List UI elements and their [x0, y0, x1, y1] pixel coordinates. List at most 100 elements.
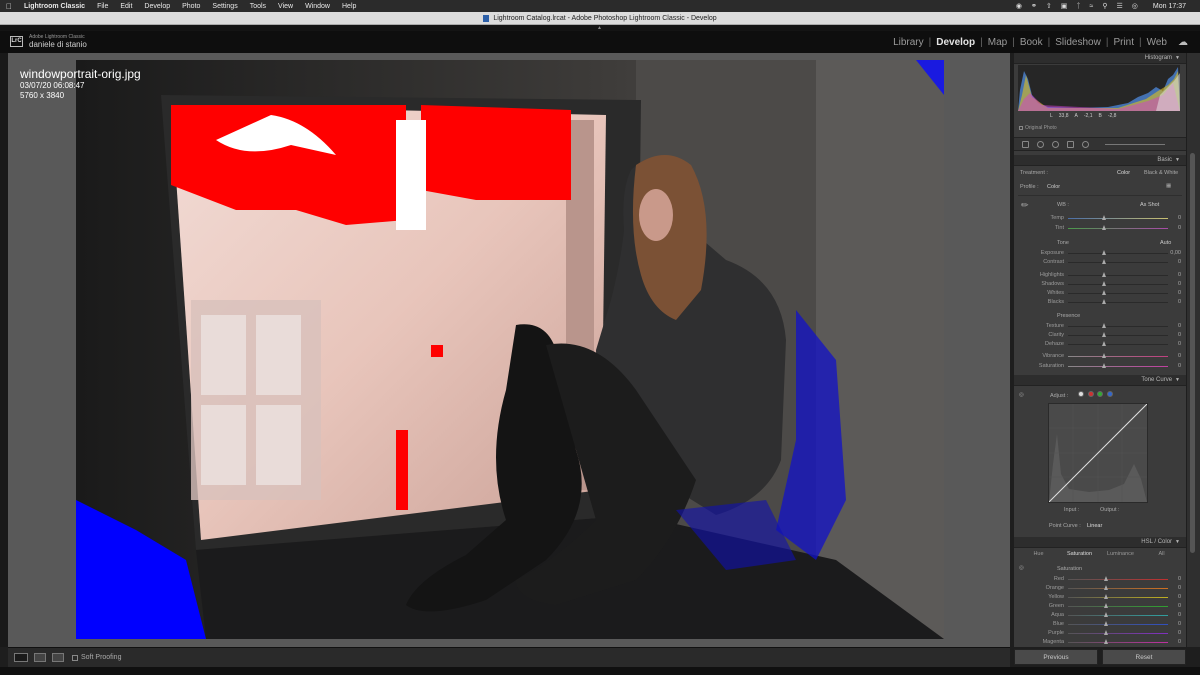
spot-removal-tool-icon[interactable]: [1037, 140, 1044, 148]
slider-value[interactable]: 0: [1178, 353, 1181, 359]
slider-blue[interactable]: Blue 0: [1014, 620, 1186, 629]
green-channel-icon[interactable]: [1097, 391, 1104, 397]
slider-value[interactable]: 0: [1178, 363, 1181, 369]
slider-handle[interactable]: [1102, 363, 1106, 368]
filmstrip-toggle-strip[interactable]: [0, 667, 1200, 675]
slider-value[interactable]: 0: [1178, 603, 1181, 609]
rgb-channel-icon[interactable]: [1078, 391, 1084, 397]
hsl-header[interactable]: HSL / Color ▼: [1014, 537, 1186, 548]
menu-clock[interactable]: Mon 17:37: [1147, 3, 1192, 10]
slider-handle[interactable]: [1104, 639, 1108, 644]
slider-value[interactable]: 0: [1178, 585, 1181, 591]
slider-track[interactable]: [1068, 597, 1168, 598]
slider-handle[interactable]: [1104, 612, 1108, 617]
slider-handle[interactable]: [1104, 603, 1108, 608]
slider-handle[interactable]: [1104, 630, 1108, 635]
menu-tools[interactable]: Tools: [244, 3, 272, 10]
targeted-adjustment-icon[interactable]: ◎: [1019, 392, 1024, 398]
slider-track[interactable]: [1068, 588, 1168, 589]
slider-orange[interactable]: Orange 0: [1014, 584, 1186, 593]
slider-value[interactable]: 0: [1178, 332, 1181, 338]
histogram-header[interactable]: Histogram ▼: [1014, 53, 1186, 64]
slider-value[interactable]: 0: [1178, 323, 1181, 329]
tab-luminance[interactable]: Luminance: [1100, 551, 1141, 560]
red-eye-tool-icon[interactable]: [1052, 140, 1059, 148]
slider-value[interactable]: 0: [1178, 341, 1181, 347]
previous-button[interactable]: Previous: [1014, 649, 1098, 665]
slider-track[interactable]: [1068, 366, 1168, 367]
control-center-icon[interactable]: ☰: [1117, 2, 1123, 10]
slider-vibrance[interactable]: Vibrance 0: [1014, 352, 1186, 361]
slider-value[interactable]: 0: [1178, 290, 1181, 296]
slider-handle[interactable]: [1102, 341, 1106, 346]
slider-track[interactable]: [1068, 326, 1168, 327]
slider-value[interactable]: 0: [1178, 281, 1181, 287]
menu-file[interactable]: File: [91, 3, 114, 10]
module-book[interactable]: Book: [1015, 37, 1048, 48]
menu-window[interactable]: Window: [299, 3, 336, 10]
original-photo-checkbox[interactable]: [1019, 126, 1023, 130]
slider-blacks[interactable]: Blacks 0: [1014, 298, 1186, 307]
slider-handle[interactable]: [1102, 250, 1106, 255]
module-develop[interactable]: Develop: [931, 37, 980, 48]
profile-browser-icon[interactable]: ▦: [1166, 183, 1171, 189]
slider-handle[interactable]: [1104, 594, 1108, 599]
graduated-filter-icon[interactable]: [1067, 140, 1074, 148]
loupe-view-button[interactable]: [14, 653, 28, 662]
wifi-icon[interactable]: ≈: [1090, 3, 1094, 10]
creative-cloud-icon[interactable]: ⚭: [1031, 2, 1037, 10]
slider-exposure[interactable]: Exposure 0,00: [1014, 249, 1186, 258]
blue-channel-icon[interactable]: [1106, 391, 1113, 397]
slider-value[interactable]: 0: [1178, 594, 1181, 600]
display-icon[interactable]: ▣: [1061, 2, 1068, 10]
slider-handle[interactable]: [1102, 225, 1106, 230]
radial-filter-icon[interactable]: [1082, 140, 1089, 148]
slider-track[interactable]: [1068, 624, 1168, 625]
slider-track[interactable]: [1068, 633, 1168, 634]
slider-value[interactable]: 0: [1178, 299, 1181, 305]
slider-shadows[interactable]: Shadows 0: [1014, 280, 1186, 289]
slider-handle[interactable]: [1102, 299, 1106, 304]
treatment-bw-option[interactable]: Black & White: [1144, 170, 1178, 176]
original-photo-toggle[interactable]: Original Photo: [1019, 125, 1057, 131]
slider-handle[interactable]: [1102, 259, 1106, 264]
spotlight-search-icon[interactable]: ⚲: [1102, 2, 1107, 10]
slider-handle[interactable]: [1104, 585, 1108, 590]
cloud-sync-icon[interactable]: ☁: [1178, 37, 1188, 48]
slider-value[interactable]: 0: [1178, 612, 1181, 618]
slider-track[interactable]: [1068, 615, 1168, 616]
slider-value[interactable]: 0: [1178, 225, 1181, 231]
slider-contrast[interactable]: Contrast 0: [1014, 258, 1186, 267]
slider-tint[interactable]: Tint 0: [1014, 224, 1186, 233]
photo-preview[interactable]: [76, 60, 944, 639]
bluetooth-icon[interactable]: ᛏ: [1076, 3, 1080, 10]
slider-track[interactable]: [1068, 275, 1168, 276]
slider-handle[interactable]: [1104, 621, 1108, 626]
slider-red[interactable]: Red 0: [1014, 575, 1186, 584]
slider-value[interactable]: 0: [1178, 630, 1181, 636]
module-web[interactable]: Web: [1142, 37, 1172, 48]
before-after-button[interactable]: [34, 653, 46, 662]
slider-track[interactable]: [1068, 579, 1168, 580]
red-channel-icon[interactable]: [1087, 391, 1094, 397]
slider-handle[interactable]: [1102, 272, 1106, 277]
slider-track[interactable]: [1068, 284, 1168, 285]
left-panel-toggle[interactable]: [0, 53, 8, 647]
slider-track[interactable]: [1068, 606, 1168, 607]
crop-tool-icon[interactable]: [1022, 140, 1029, 148]
module-library[interactable]: Library: [888, 37, 929, 48]
slider-value[interactable]: 0: [1178, 215, 1181, 221]
targeted-adjustment-icon[interactable]: ◎: [1019, 565, 1024, 571]
tab-all[interactable]: All: [1141, 551, 1182, 560]
wb-dropdown[interactable]: As Shot: [1140, 202, 1159, 208]
apple-menu-icon[interactable]: : [0, 2, 18, 11]
slider-track[interactable]: [1068, 356, 1168, 357]
tone-auto-button[interactable]: Auto: [1160, 240, 1171, 246]
before-after-swap-button[interactable]: [52, 653, 64, 662]
slider-track[interactable]: [1068, 228, 1168, 229]
profile-dropdown[interactable]: Color: [1047, 184, 1060, 190]
camera-icon[interactable]: ◉: [1016, 2, 1022, 10]
tone-curve-graph[interactable]: [1048, 403, 1148, 503]
menu-settings[interactable]: Settings: [206, 3, 243, 10]
slider-handle[interactable]: [1102, 353, 1106, 358]
